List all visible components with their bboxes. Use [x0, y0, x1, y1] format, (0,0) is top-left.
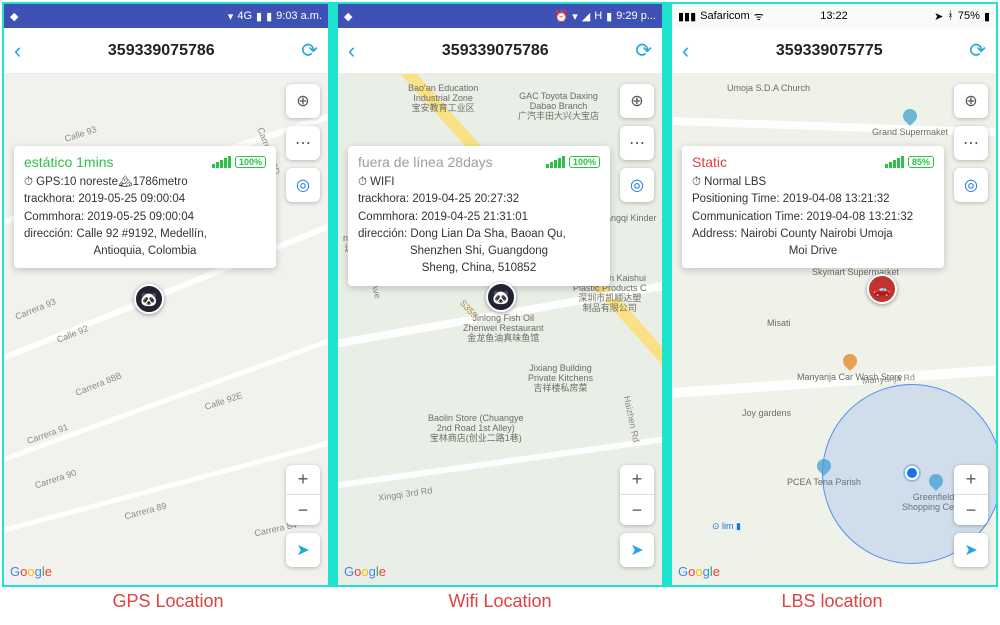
battery-pct: 75% [958, 10, 980, 22]
signal-battery: 85% [885, 156, 934, 168]
mode-line: ⏱ WIFI [358, 174, 600, 191]
address-line1: Address: Nairobi County Nairobi Umoja [692, 226, 934, 243]
signal-icon: ▮ [256, 10, 262, 23]
zoom-control: + − [620, 465, 654, 525]
locate-button[interactable]: ➤ [286, 533, 320, 567]
back-button[interactable]: ‹ [14, 38, 21, 64]
status-text: fuera de línea 28days [358, 154, 493, 170]
google-logo: Google [344, 564, 386, 579]
locate-button[interactable]: ➤ [954, 533, 988, 567]
app-header: ‹ 359339075786 ⟳ [338, 28, 662, 74]
signal-icon: ◢ [582, 10, 590, 23]
zoom-control: + − [954, 465, 988, 525]
signal-battery: 100% [546, 156, 600, 168]
zoom-in-button[interactable]: + [620, 465, 654, 495]
shield-icon: ◆ [344, 10, 352, 23]
locate-button[interactable]: ➤ [620, 533, 654, 567]
info-card: estático 1mins 100% ⏱ GPS:10 noreste🏔178… [14, 146, 276, 268]
app-header: ‹ 359339075786 ⟳ [4, 28, 328, 74]
more-button[interactable]: ⋯ [286, 126, 320, 160]
panel-wifi: ◆ ⏰ ▾ ◢ H ▮ 9:29 p... ‹ 359339075786 ⟳ B… [338, 4, 662, 585]
bluetooth-icon: ᚼ [947, 10, 954, 22]
zoom-out-button[interactable]: − [620, 495, 654, 525]
battery-icon: ▮ [606, 10, 612, 23]
layers-button[interactable]: ⊕ [286, 84, 320, 118]
track-time: trackhora: 2019-04-25 20:27:32 [358, 191, 600, 208]
device-id: 359339075775 [776, 42, 883, 60]
comm-time: Communication Time: 2019-04-08 13:21:32 [692, 209, 934, 226]
mode-line: ⏱ Normal LBS [692, 174, 934, 191]
carrier: Safaricom [700, 10, 750, 22]
google-logo: Google [10, 564, 52, 579]
panel-gps: ◆ ▾ 4G ▮ ▮ 9:03 a.m. ‹ 359339075786 ⟳ Ca… [4, 4, 328, 585]
address-line2: Antioquia, Colombia [24, 243, 266, 260]
signal-battery: 100% [212, 156, 266, 168]
zoom-in-button[interactable]: + [954, 465, 988, 495]
zoom-in-button[interactable]: + [286, 465, 320, 495]
google-logo: Google [678, 564, 720, 579]
more-button[interactable]: ⋯ [620, 126, 654, 160]
status-text: estático 1mins [24, 154, 113, 170]
zoom-out-button[interactable]: − [286, 495, 320, 525]
clock: 9:29 p... [616, 10, 656, 22]
status-bar: ◆ ⏰ ▾ ◢ H ▮ 9:29 p... [338, 4, 662, 28]
alarm-icon: ⏰ [555, 10, 569, 23]
battery-icon: ▮ [266, 10, 272, 23]
device-id: 359339075786 [108, 42, 215, 60]
caption-lbs: LBS location [666, 591, 998, 612]
address-line2: Moi Drive [692, 243, 934, 260]
comm-time: Commhora: 2019-04-25 21:31:01 [358, 209, 600, 226]
address-line3: Sheng, China, 510852 [358, 260, 600, 277]
app-header: ‹ 359339075775 ⟳ [672, 28, 996, 74]
address-line2: Shenzhen Shi, Guangdong [358, 243, 600, 260]
captions: GPS Location Wifi Location LBS location [2, 591, 998, 612]
layers-button[interactable]: ⊕ [620, 84, 654, 118]
caption-wifi: Wifi Location [334, 591, 666, 612]
address-line1: dirección: Calle 92 #9192, Medellín, [24, 226, 266, 243]
info-card: Static 85% ⏱ Normal LBS Positioning Time… [682, 146, 944, 268]
zoom-out-button[interactable]: − [954, 495, 988, 525]
tracker-marker[interactable]: 🐼 [134, 284, 164, 314]
back-button[interactable]: ‹ [348, 38, 355, 64]
wifi-icon: ▾ [228, 10, 234, 23]
back-button[interactable]: ‹ [682, 38, 689, 64]
target-button[interactable]: ◎ [620, 168, 654, 202]
address-line1: dirección: Dong Lian Da Sha, Baoan Qu, [358, 226, 600, 243]
comm-time: Commhora: 2019-05-25 09:00:04 [24, 209, 266, 226]
info-card: fuera de línea 28days 100% ⏱ WIFI trackh… [348, 146, 610, 286]
wifi-icon: ᯤ [754, 9, 764, 24]
more-button[interactable]: ⋯ [954, 126, 988, 160]
wifi-icon: ▾ [572, 10, 578, 23]
target-button[interactable]: ◎ [954, 168, 988, 202]
target-button[interactable]: ◎ [286, 168, 320, 202]
network-label: H [594, 10, 602, 22]
caption-gps: GPS Location [2, 591, 334, 612]
device-id: 359339075786 [442, 42, 549, 60]
clock: 13:22 [820, 10, 848, 22]
refresh-button[interactable]: ⟳ [635, 38, 652, 63]
location-icon: ➤ [934, 10, 943, 23]
signal-icon: ▮▮▮ [678, 10, 696, 23]
layers-button[interactable]: ⊕ [954, 84, 988, 118]
track-time: trackhora: 2019-05-25 09:00:04 [24, 191, 266, 208]
map-canvas[interactable]: Manyanja Rd Umoja S.D.A Church Grand Sup… [672, 74, 996, 585]
tracker-marker[interactable]: 🚗 [867, 274, 897, 304]
mode-line: ⏱ GPS:10 noreste🏔1786metro [24, 174, 266, 191]
network-label: 4G [237, 10, 252, 22]
map-canvas[interactable]: Bao'an EducationIndustrial Zone宝安教育工业区 G… [338, 74, 662, 585]
status-text: Static [692, 154, 727, 170]
shield-icon: ◆ [10, 10, 18, 23]
my-location-dot [905, 466, 919, 480]
panel-lbs: ▮▮▮ Safaricom ᯤ 13:22 ➤ ᚼ 75% ▮ ‹ 359339… [672, 4, 996, 585]
track-time: Positioning Time: 2019-04-08 13:21:32 [692, 191, 934, 208]
refresh-button[interactable]: ⟳ [969, 38, 986, 63]
tracker-marker[interactable]: 🐼 [486, 282, 516, 312]
map-canvas[interactable]: Calle 93 Carrera 83D Carrera 93 Calle 92… [4, 74, 328, 585]
status-bar: ◆ ▾ 4G ▮ ▮ 9:03 a.m. [4, 4, 328, 28]
status-bar: ▮▮▮ Safaricom ᯤ 13:22 ➤ ᚼ 75% ▮ [672, 4, 996, 28]
clock: 9:03 a.m. [276, 10, 322, 22]
zoom-control: + − [286, 465, 320, 525]
refresh-button[interactable]: ⟳ [301, 38, 318, 63]
battery-icon: ▮ [984, 10, 990, 23]
